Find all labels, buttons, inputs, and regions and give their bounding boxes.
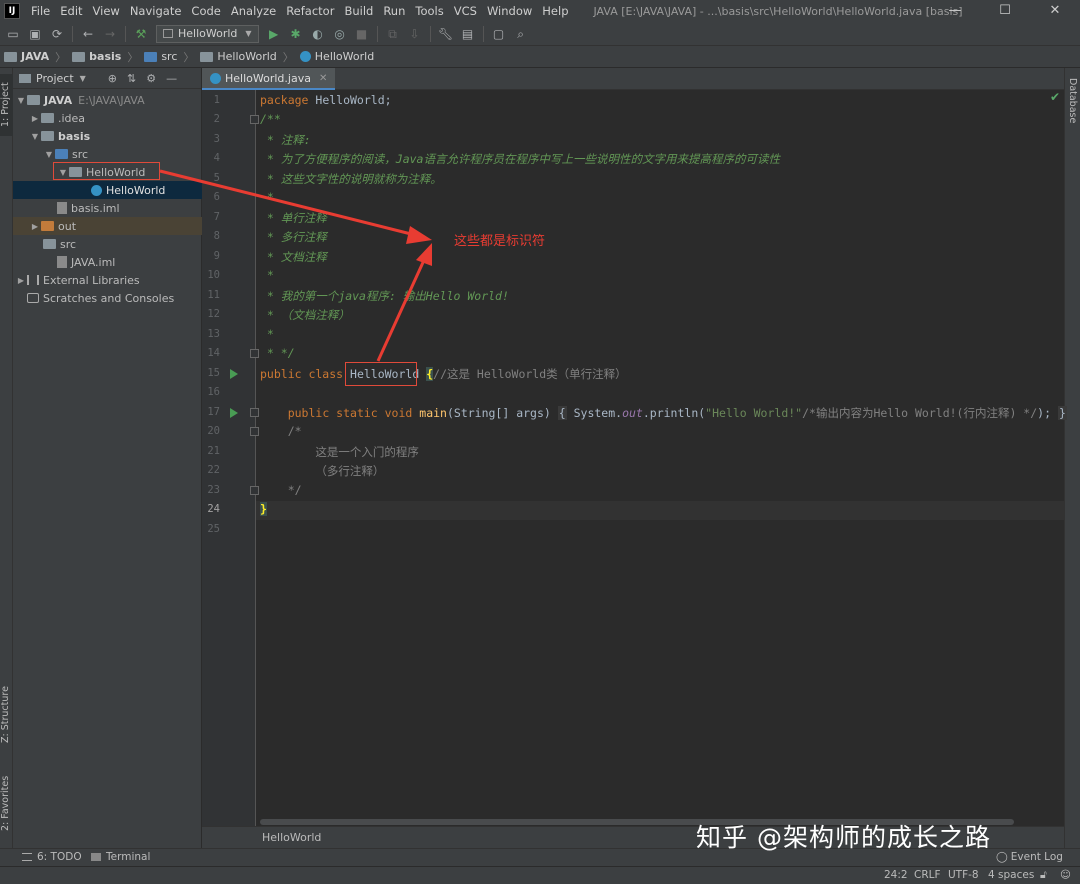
list-icon bbox=[22, 853, 32, 861]
event-log-tool-button[interactable]: ◯ Event Log bbox=[996, 851, 1063, 863]
lock-icon[interactable]: 🔓︎ bbox=[1040, 869, 1047, 882]
todo-tool-button[interactable]: 6: TODO bbox=[22, 851, 82, 863]
terminal-icon bbox=[91, 853, 101, 861]
file-encoding[interactable]: UTF-8 bbox=[948, 869, 979, 881]
arrow-line-from-tree bbox=[159, 169, 416, 237]
status-bar: 24:2 CRLF UTF-8 4 spaces 🔓︎ ☺ bbox=[0, 866, 1080, 884]
editor-footer-breadcrumb[interactable]: HelloWorld bbox=[262, 831, 321, 844]
annotation-arrows bbox=[159, 169, 432, 362]
arrow-head bbox=[406, 226, 432, 244]
arrow-head bbox=[416, 243, 432, 266]
watermark: 知乎 @架构师的成长之路 bbox=[696, 823, 991, 852]
caret-position[interactable]: 24:2 bbox=[884, 869, 908, 881]
indent-setting[interactable]: 4 spaces bbox=[988, 869, 1034, 881]
terminal-tool-button[interactable]: Terminal bbox=[91, 851, 150, 863]
line-separator[interactable]: CRLF bbox=[914, 869, 941, 881]
user-icon[interactable]: ☺ bbox=[1060, 869, 1071, 881]
arrow-line-from-code bbox=[376, 257, 427, 362]
event-log-icon: ◯ bbox=[996, 851, 1008, 863]
